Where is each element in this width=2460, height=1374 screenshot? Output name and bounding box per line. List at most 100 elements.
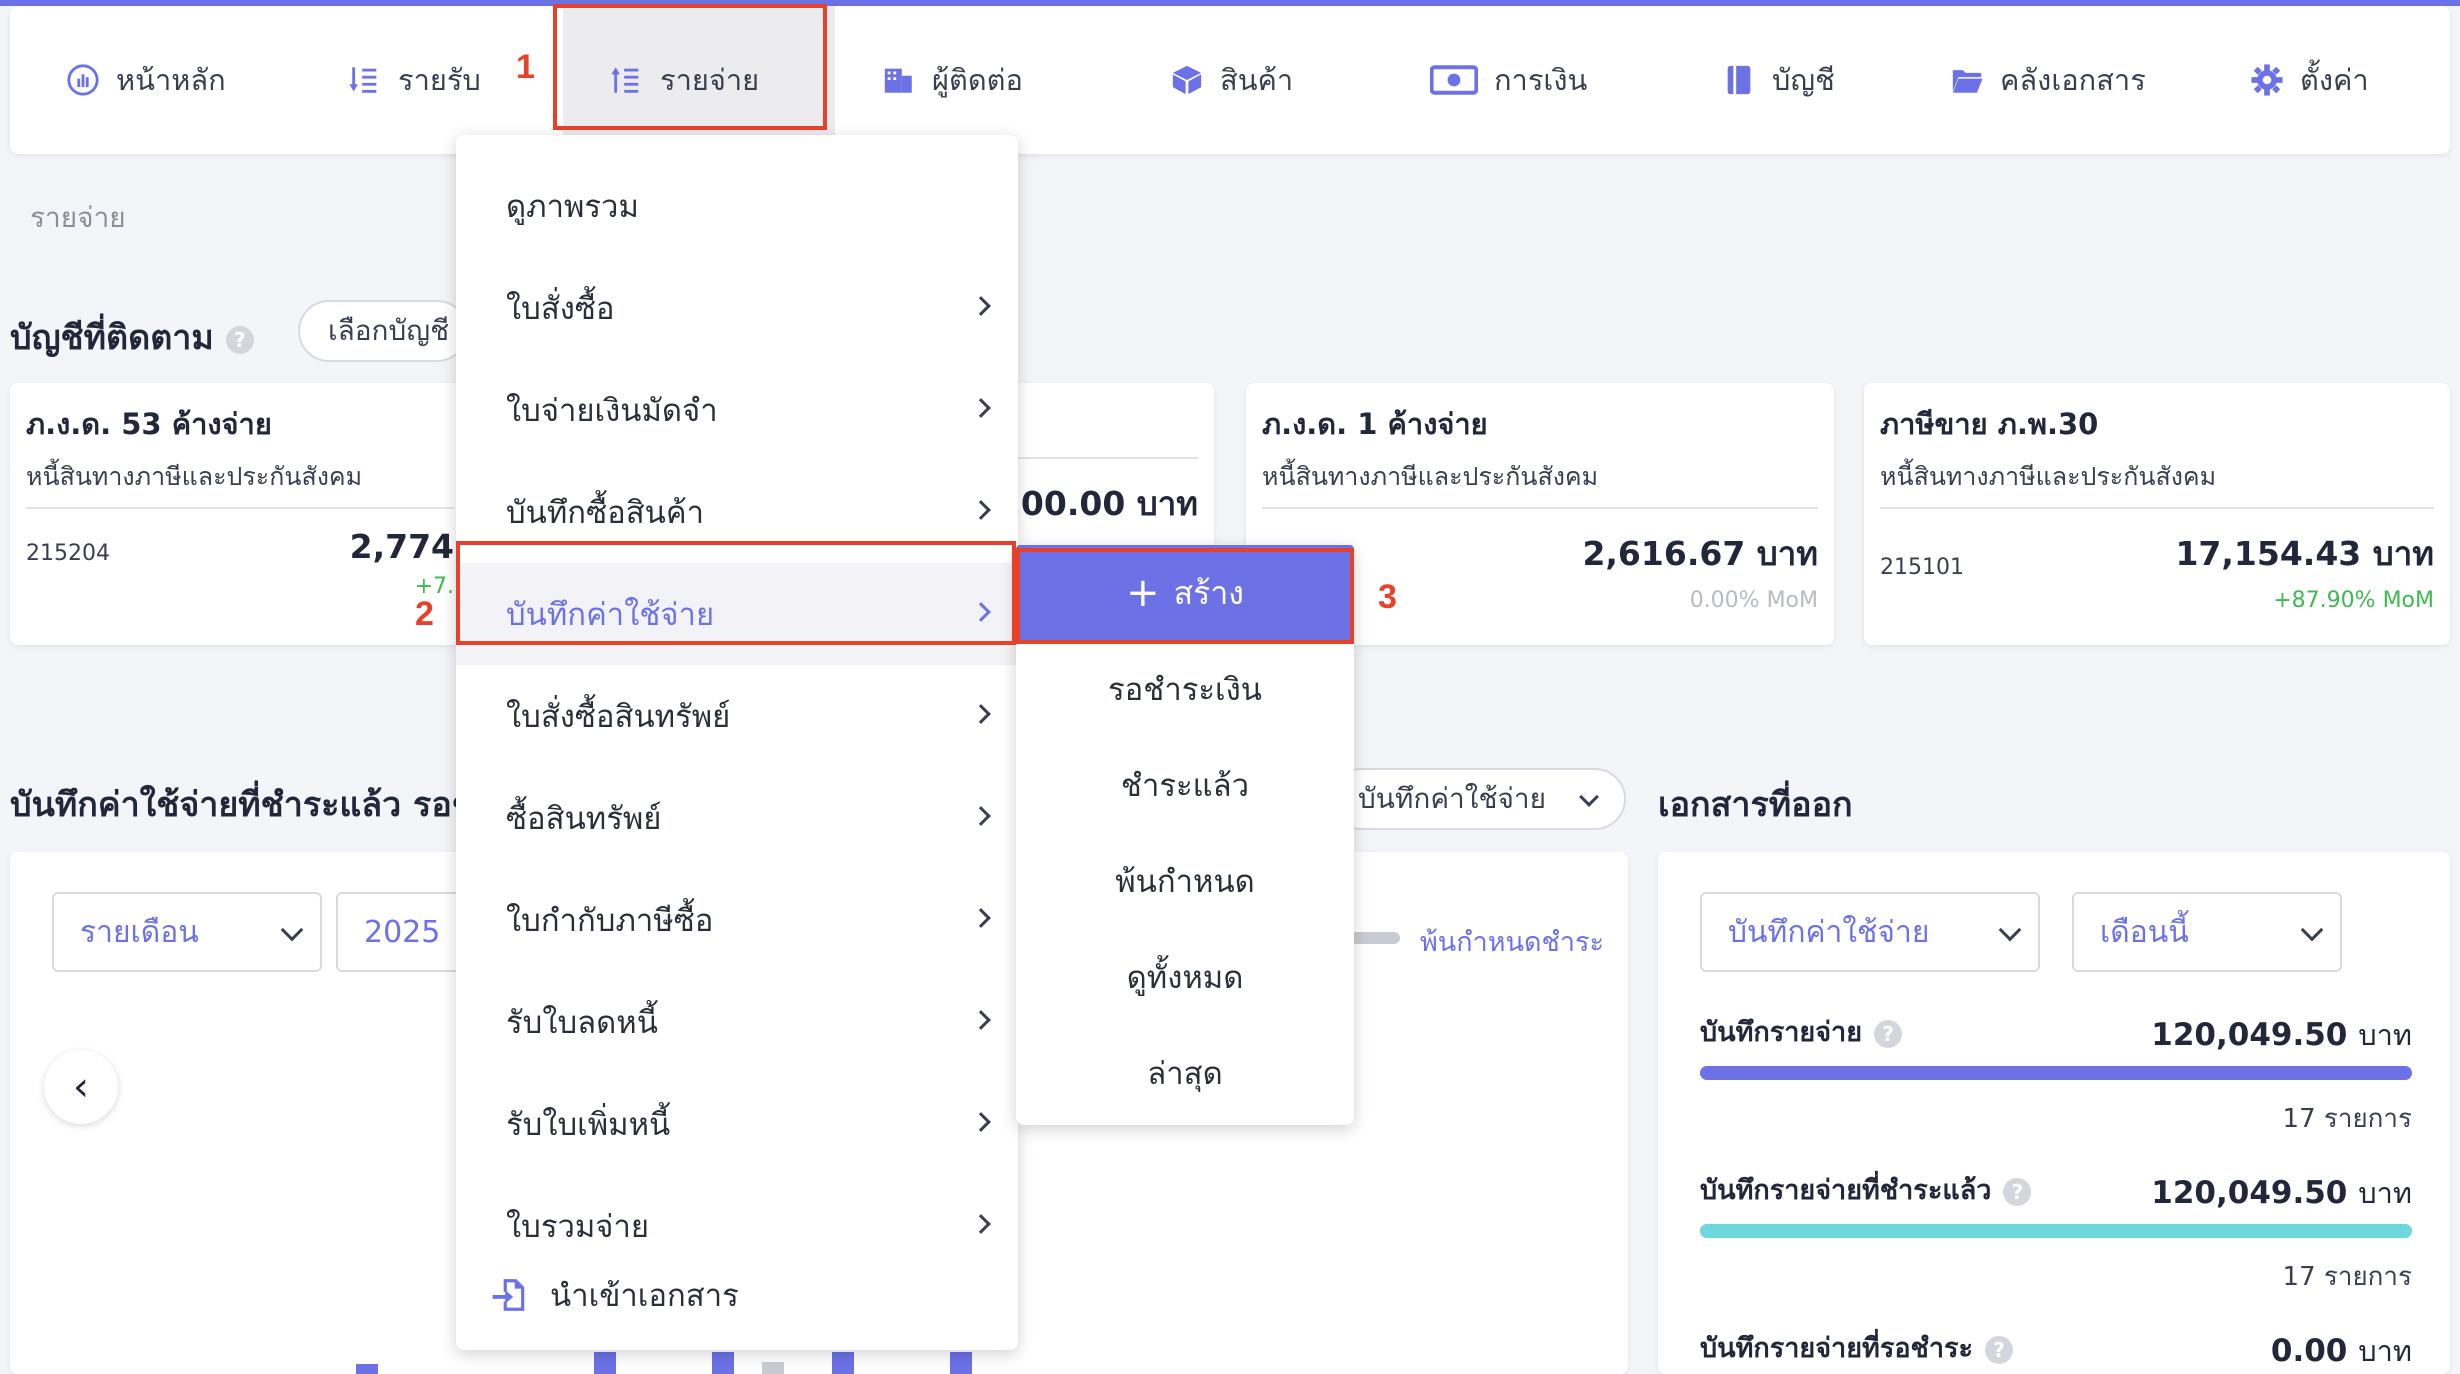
menu-item-purchase-order[interactable]: ใบสั่งซื้อ	[456, 257, 1018, 359]
chevron-right-icon	[971, 908, 991, 928]
stat-count-paid: 17 รายการ	[2282, 1262, 2412, 1292]
submenu-item-overdue[interactable]: พ้นกำหนด	[1016, 833, 1354, 929]
folder-icon	[1950, 63, 1984, 97]
expense-chart-title: บันทึกค่าใช้จ่ายที่ชำระแล้ว รอชำ	[10, 785, 494, 825]
nav-item-income[interactable]: รายรับ	[348, 6, 481, 154]
main-navbar: หน้าหลัก รายรับ รายจ่าย ผู้ติดต่อ สินค้า…	[10, 6, 2450, 154]
submenu-item-view-all[interactable]: ดูทั้งหมด	[1016, 929, 1354, 1025]
nav-item-documents[interactable]: คลังเอกสาร	[1950, 6, 2146, 154]
nav-item-settings[interactable]: ตั้งค่า	[2250, 6, 2369, 154]
menu-item-overview[interactable]: ดูภาพรวม	[456, 155, 1018, 257]
chevron-right-icon	[971, 1214, 991, 1234]
chart-bar	[950, 1352, 972, 1374]
help-icon[interactable]: ?	[2003, 1177, 2032, 1206]
nav-item-label: คลังเอกสาร	[2000, 63, 2146, 97]
issued-period-select[interactable]: เดือนนี้	[2072, 892, 2342, 972]
menu-item-asset-po[interactable]: ใบสั่งซื้อสินทรัพย์	[456, 665, 1018, 767]
chevron-right-icon	[971, 398, 991, 418]
gear-icon	[2250, 63, 2284, 97]
menu-item-purchase-tax-invoice[interactable]: ใบกำกับภาษีซื้อ	[456, 869, 1018, 971]
chart-prev-button[interactable]: ‹	[44, 1050, 118, 1124]
doc-type-select[interactable]: บันทึกค่าใช้จ่าย	[1330, 768, 1626, 830]
nav-item-accounting[interactable]: บัญชี	[1722, 6, 1835, 154]
nav-item-product[interactable]: สินค้า	[1170, 6, 1293, 154]
nav-item-label: หน้าหลัก	[116, 63, 226, 97]
chevron-right-icon	[971, 704, 991, 724]
submenu-item-latest[interactable]: ล่าสุด	[1016, 1025, 1354, 1121]
card-subtitle: หนี้สินทางภาษีและประกันสังคม	[1262, 457, 1818, 509]
chart-bar	[832, 1352, 854, 1374]
contacts-icon	[882, 63, 916, 97]
stat-count-expense: 17 รายการ	[2282, 1104, 2412, 1134]
card-amount: 17,154.43 บาท	[2175, 534, 2434, 573]
chevron-right-icon	[971, 1112, 991, 1132]
help-icon[interactable]: ?	[1874, 1019, 1903, 1048]
annotation-box-menu-expense-record	[456, 541, 1016, 645]
card-subtitle: หนี้สินทางภาษีและประกันสังคม	[1880, 457, 2434, 509]
card-account-code: 215204	[26, 541, 110, 566]
submenu-item-awaiting-payment[interactable]: รอชำระเงิน	[1016, 641, 1354, 737]
annotation-box-nav-expense	[553, 4, 827, 130]
help-icon[interactable]: ?	[1985, 1335, 2014, 1364]
card-subtitle: หนี้สินทางภาษีและประกันสังคม	[26, 457, 454, 509]
stat-label-expense: บันทึกรายจ่าย?	[1700, 1010, 1903, 1053]
chevron-down-icon	[1579, 787, 1599, 807]
nav-item-label: ตั้งค่า	[2300, 63, 2369, 97]
card-account-code: 215101	[1880, 555, 1964, 580]
nav-item-home[interactable]: หน้าหลัก	[66, 6, 226, 154]
account-card-pp30[interactable]: ภาษีขาย ภ.พ.30 หนี้สินทางภาษีและประกันสั…	[1864, 383, 2450, 645]
menu-item-debit-note[interactable]: รับใบเพิ่มหนี้	[456, 1073, 1018, 1175]
card-mom: +87.90% MoM	[2273, 588, 2434, 613]
stat-amount-paid: 120,049.50 บาท	[2151, 1175, 2412, 1211]
nav-item-label: บัญชี	[1772, 63, 1835, 97]
chart-bar	[712, 1352, 734, 1374]
stat-bar-paid	[1700, 1224, 2412, 1238]
nav-item-contacts[interactable]: ผู้ติดต่อ	[882, 6, 1023, 154]
stat-label-pending: บันทึกรายจ่ายที่รอชำระ?	[1700, 1326, 2014, 1369]
card-title: ภ.ง.ด. 1 ค้างจ่าย	[1262, 407, 1488, 441]
menu-item-deposit-payment[interactable]: ใบจ่ายเงินมัดจำ	[456, 359, 1018, 461]
stat-label-paid: บันทึกรายจ่ายที่ชำระแล้ว?	[1700, 1168, 2032, 1211]
nav-item-label: สินค้า	[1220, 63, 1294, 97]
chart-bar	[594, 1352, 616, 1374]
product-box-icon	[1170, 63, 1204, 97]
annotation-box-create	[1016, 548, 1354, 644]
accounting-book-icon	[1722, 63, 1756, 97]
stat-amount-expense: 120,049.50 บาท	[2151, 1017, 2412, 1053]
annotation-marker-2: 2	[415, 595, 434, 633]
annotation-marker-1: 1	[516, 48, 535, 86]
expense-dropdown-menu: ดูภาพรวม ใบสั่งซื้อ ใบจ่ายเงินมัดจำ บันท…	[456, 135, 1018, 1350]
issued-doc-select[interactable]: บันทึกค่าใช้จ่าย	[1700, 892, 2040, 972]
stat-bar-expense	[1700, 1066, 2412, 1080]
chevron-right-icon	[971, 500, 991, 520]
menu-item-buy-asset[interactable]: ซื้อสินทรัพย์	[456, 767, 1018, 869]
menu-item-credit-note[interactable]: รับใบลดหนี้	[456, 971, 1018, 1073]
watched-accounts-title: บัญชีที่ติดตาม?	[10, 310, 254, 364]
card-amount: 2,616.67 บาท	[1582, 534, 1818, 573]
chevron-down-icon	[1998, 918, 2022, 942]
income-icon	[348, 63, 382, 97]
annotation-marker-3: 3	[1378, 578, 1397, 616]
select-account-button[interactable]: เลือกบัญชี	[298, 300, 468, 362]
chevron-right-icon	[971, 1010, 991, 1030]
card-amount: 2,774	[349, 527, 454, 566]
nav-item-label: รายรับ	[398, 63, 481, 97]
card-title: ภ.ง.ด. 53 ค้างจ่าย	[26, 407, 272, 441]
card-amount: 200.00 บาท	[997, 484, 1198, 523]
chevron-right-icon	[971, 296, 991, 316]
nav-item-label: ผู้ติดต่อ	[932, 63, 1023, 97]
menu-item-import-docs[interactable]: นำเข้าเอกสาร	[456, 1245, 1018, 1345]
breadcrumb: รายจ่าย	[30, 201, 126, 234]
nav-item-finance[interactable]: การเงิน	[1430, 6, 1587, 154]
file-import-icon	[490, 1275, 530, 1315]
account-card-pnd53[interactable]: ภ.ง.ด. 53 ค้างจ่าย หนี้สินทางภาษีและประก…	[10, 383, 470, 645]
money-icon	[1430, 63, 1478, 97]
dashboard-icon	[66, 63, 100, 97]
help-icon[interactable]: ?	[225, 325, 254, 354]
chevron-down-icon	[2300, 918, 2324, 942]
nav-item-label: การเงิน	[1494, 63, 1588, 97]
submenu-item-paid[interactable]: ชำระแล้ว	[1016, 737, 1354, 833]
card-mom: +7.	[414, 574, 454, 599]
chart-bar	[762, 1362, 784, 1374]
stat-amount-pending: 0.00 บาท	[2270, 1333, 2412, 1369]
